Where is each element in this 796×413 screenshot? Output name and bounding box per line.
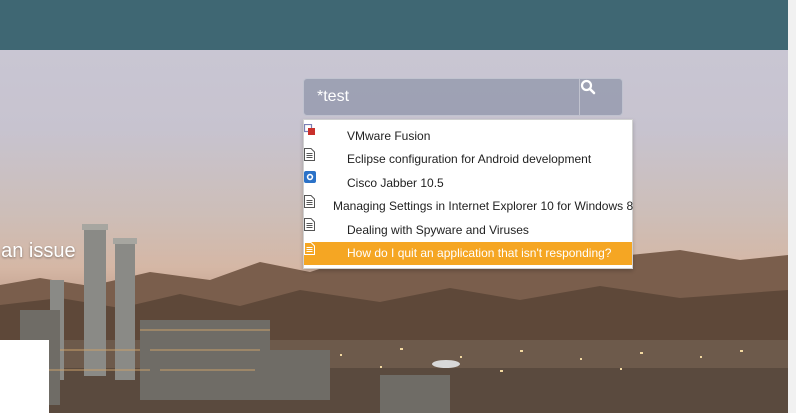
document-icon (304, 241, 337, 260)
suggestion-item[interactable]: Dealing with Spyware and Viruses (304, 218, 632, 242)
search-suggestions: VMware Fusion Eclipse configuration for … (303, 119, 633, 269)
suggestion-label: VMware Fusion (347, 128, 431, 143)
hero-headline: t an issue (0, 240, 76, 262)
suggestion-label: Cisco Jabber 10.5 (347, 175, 444, 190)
search-icon (580, 79, 596, 95)
scrollbar-track[interactable] (788, 0, 796, 413)
suggestion-item[interactable]: Cisco Jabber 10.5 (304, 171, 632, 195)
suggestion-label: How do I quit an application that isn't … (347, 246, 612, 261)
suggestion-item-active[interactable]: How do I quit an application that isn't … (304, 241, 632, 265)
document-icon (304, 147, 337, 166)
cisco-jabber-icon (304, 171, 337, 190)
search-input[interactable] (304, 79, 580, 115)
top-navigation-bar (0, 0, 788, 50)
search-button[interactable] (579, 79, 622, 115)
suggestion-item[interactable]: Managing Settings in Internet Explorer 1… (304, 194, 634, 219)
document-icon (304, 218, 337, 237)
suggestion-item[interactable]: Eclipse configuration for Android develo… (304, 147, 632, 172)
suggestion-label: Eclipse configuration for Android develo… (347, 152, 592, 167)
content-card-edge (0, 340, 49, 413)
suggestion-label: Managing Settings in Internet Explorer 1… (333, 199, 634, 214)
hero-background: t an issue VMware Fusion Eclipse configu… (0, 50, 788, 413)
suggestion-item[interactable]: VMware Fusion (304, 124, 632, 148)
suggestion-label: Dealing with Spyware and Viruses (347, 222, 529, 237)
vmware-icon (304, 124, 337, 143)
search-box (303, 78, 623, 116)
